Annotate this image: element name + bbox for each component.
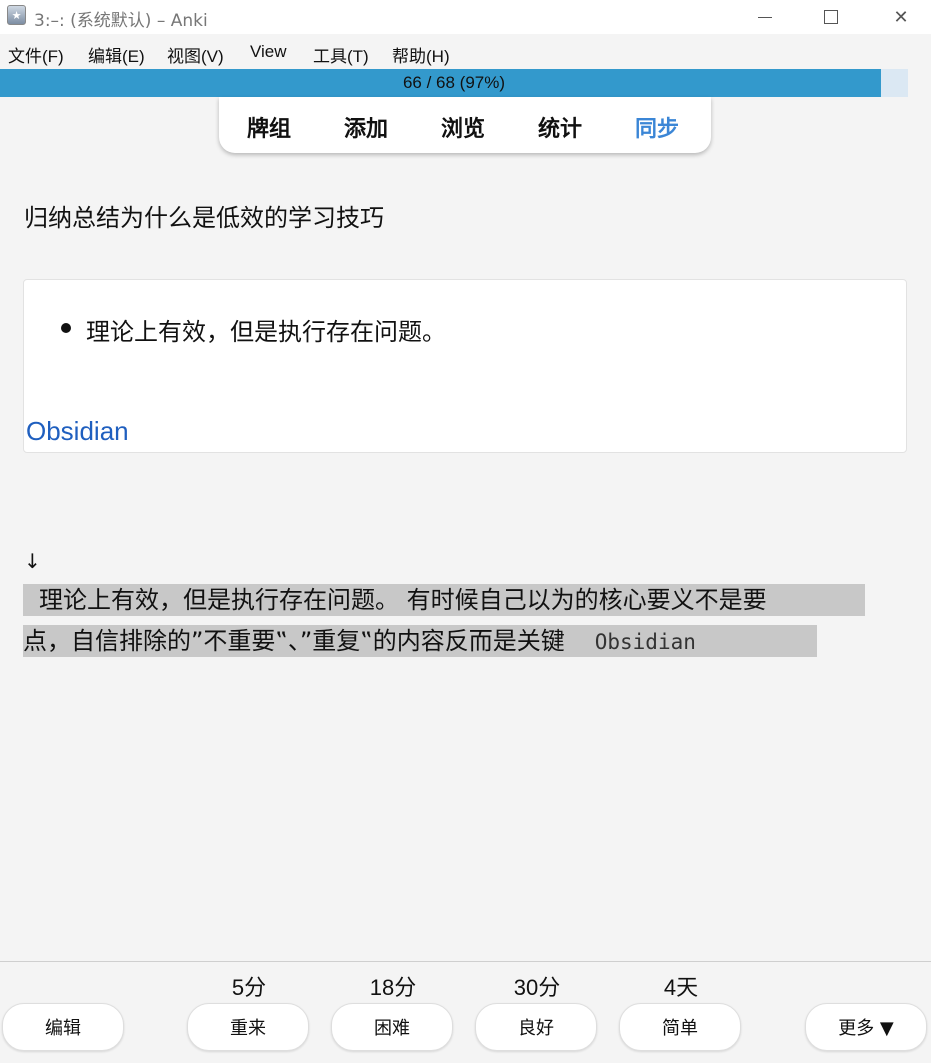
highlight-line-1: 理论上有效，但是执行存在问题。 有时候自己以为的核心要义不是要: [23, 584, 865, 616]
good-interval: 30分: [513, 975, 561, 1000]
bullet-icon: [61, 323, 71, 333]
close-icon: ✕: [893, 6, 909, 28]
good-button[interactable]: 良好: [475, 1003, 597, 1051]
answer-card: 理论上有效，但是执行存在问题。 Obsidian: [23, 279, 907, 453]
bottom-divider: [0, 961, 931, 962]
card-question: 归纳总结为什么是低效的学习技巧: [24, 204, 384, 232]
menu-bar: 文件(F) 编辑(E) 视图(V) View 工具(T) 帮助(H): [0, 38, 931, 68]
minimize-button[interactable]: [730, 0, 800, 34]
more-button[interactable]: 更多 ▼: [805, 1003, 927, 1051]
menu-file[interactable]: 文件(F): [8, 42, 64, 67]
top-nav: 牌组 添加 浏览 统计 同步: [219, 97, 711, 153]
again-interval: 5分: [231, 975, 267, 1000]
minimize-icon: [758, 16, 772, 18]
title-bar: ★ 3:–: (系统默认) – Anki ✕: [0, 0, 931, 34]
window-title: 3:–: (系统默认) – Anki: [34, 11, 208, 31]
close-button[interactable]: ✕: [866, 0, 931, 34]
obsidian-link[interactable]: Obsidian: [26, 416, 129, 447]
down-arrow-icon: ↓: [24, 549, 41, 573]
menu-help[interactable]: 帮助(H): [392, 42, 450, 67]
nav-add[interactable]: 添加: [344, 111, 388, 143]
nav-stats[interactable]: 统计: [538, 111, 582, 143]
review-progress-bar: 66 / 68 (97%): [0, 69, 908, 97]
menu-view-cn[interactable]: 视图(V): [167, 42, 224, 67]
again-button[interactable]: 重来: [187, 1003, 309, 1051]
menu-view[interactable]: View: [250, 42, 287, 62]
anki-app-icon: ★: [7, 5, 26, 25]
menu-edit[interactable]: 编辑(E): [88, 42, 145, 67]
maximize-icon: [824, 10, 838, 24]
easy-interval: 4天: [663, 975, 699, 1000]
progress-text: 66 / 68 (97%): [402, 73, 506, 92]
highlight-source: Obsidian: [594, 630, 696, 654]
easy-button[interactable]: 简单: [619, 1003, 741, 1051]
nav-browse[interactable]: 浏览: [441, 111, 485, 143]
nav-sync[interactable]: 同步: [635, 111, 679, 143]
edit-button[interactable]: 编辑: [2, 1003, 124, 1051]
highlight-line-2-text: 点，自信排除的”不重要‟、”重复‟的内容反而是关键: [23, 627, 565, 655]
answer-bullet: 理论上有效，但是执行存在问题。: [86, 318, 446, 346]
hard-interval: 18分: [369, 975, 417, 1000]
highlight-line-2: 点，自信排除的”不重要‟、”重复‟的内容反而是关键 Obsidian: [23, 625, 817, 657]
nav-decks[interactable]: 牌组: [247, 111, 291, 143]
hard-button[interactable]: 困难: [331, 1003, 453, 1051]
maximize-button[interactable]: [796, 0, 866, 34]
menu-tools[interactable]: 工具(T): [313, 42, 369, 67]
